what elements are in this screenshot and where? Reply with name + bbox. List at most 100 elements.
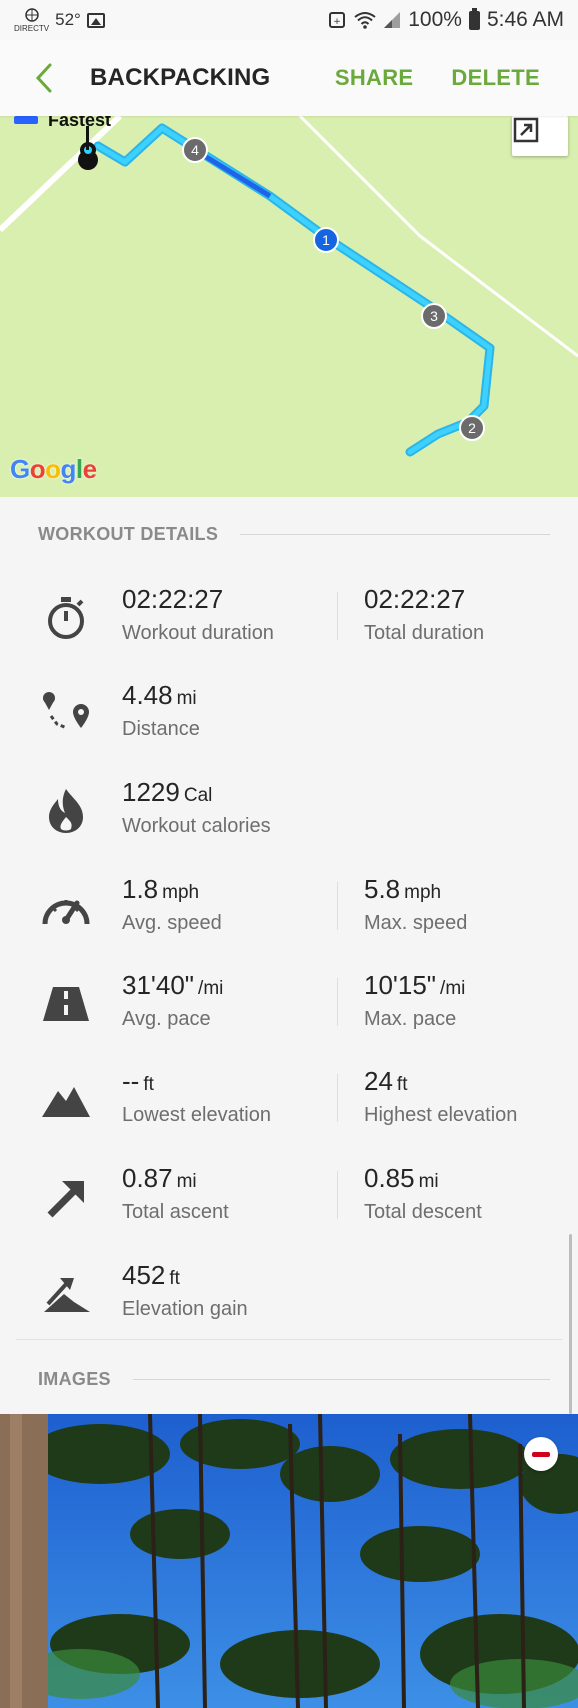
stat-caption: Max. pace <box>364 1008 457 1030</box>
back-arrow-icon <box>35 63 52 93</box>
stat-right: 02:22:27 Total duration <box>364 584 484 645</box>
mountain-icon <box>40 1074 92 1126</box>
share-button[interactable]: SHARE <box>335 65 414 91</box>
carrier-logo: DIRECTV <box>14 7 49 33</box>
stat-right: 0.85 mi Total descent <box>364 1163 482 1224</box>
stat-value: 0.85 mi <box>364 1163 482 1194</box>
expand-icon <box>513 117 539 143</box>
stat-number: 10'15" <box>364 970 437 1000</box>
stat-value: 452 ft <box>122 1260 248 1291</box>
stat-right: 10'15"/mi Max. pace <box>364 970 465 1031</box>
stat-row: 02:22:27 Workout duration 02:22:27 Total… <box>0 584 578 680</box>
stopwatch-icon <box>40 592 92 644</box>
wifi-icon <box>354 12 376 29</box>
stat-value: 31'40"/mi <box>122 970 223 1001</box>
att-globe-icon <box>24 7 39 22</box>
stat-unit: /mi <box>440 978 466 999</box>
battery-icon <box>468 7 480 30</box>
stat-row: 0.87 mi Total ascent 0.85 mi Total descent <box>0 1163 578 1259</box>
stat-value: 4.48 mi <box>122 680 200 711</box>
battery-percent: 100% <box>408 8 462 31</box>
fastest-legend-label: Fastest <box>48 116 112 130</box>
page-title: BACKPACKING <box>90 64 271 91</box>
remove-photo-button[interactable] <box>524 1437 558 1471</box>
stat-left: 4.48 mi Distance <box>122 680 200 741</box>
scrollbar[interactable] <box>569 1234 572 1414</box>
signal-icon <box>384 12 401 28</box>
stat-caption: Total duration <box>364 622 485 644</box>
stat-value: -- ft <box>122 1066 271 1097</box>
status-bar: DIRECTV 52° + 100% 5:46 AM <box>0 0 578 40</box>
stat-number: 5.8 <box>364 874 401 904</box>
column-divider <box>337 882 338 930</box>
ascent-arrow-icon <box>40 1171 92 1223</box>
clock: 5:46 AM <box>486 8 564 31</box>
stat-value: 0.87 mi <box>122 1163 229 1194</box>
stat-number: 0.85 <box>364 1163 415 1193</box>
stat-number: 1.8 <box>122 874 159 904</box>
workout-details-header: WORKOUT DETAILS <box>38 524 550 545</box>
expand-map-button[interactable] <box>512 116 568 156</box>
stat-unit: mi <box>418 1171 439 1192</box>
temperature: 52° <box>55 10 81 29</box>
stat-unit: /mi <box>198 978 224 999</box>
stat-caption: Lowest elevation <box>122 1104 271 1126</box>
fastest-legend-swatch <box>14 116 38 124</box>
delete-button[interactable]: DELETE <box>451 65 540 91</box>
map-canvas <box>0 116 578 497</box>
stat-caption: Max. speed <box>364 912 468 934</box>
workout-details-title: WORKOUT DETAILS <box>38 524 219 544</box>
column-divider <box>337 1171 338 1219</box>
road-icon <box>40 978 92 1030</box>
stat-value: 24 ft <box>364 1066 517 1097</box>
flame-icon <box>40 785 92 837</box>
header-rule <box>132 1379 550 1380</box>
stat-row: 452 ft Elevation gain <box>0 1260 578 1356</box>
speedometer-icon <box>40 882 92 934</box>
stat-number: 452 <box>122 1260 166 1290</box>
images-title: IMAGES <box>38 1369 111 1389</box>
stat-left: -- ft Lowest elevation <box>122 1066 271 1127</box>
route-map[interactable]: Fastest 4 1 3 2 Google <box>0 116 578 497</box>
stat-value: 5.8 mph <box>364 874 467 905</box>
route-marker-1[interactable]: 1 <box>313 227 339 253</box>
stat-number: 02:22:27 <box>122 584 224 614</box>
stat-left: 452 ft Elevation gain <box>122 1260 248 1321</box>
stat-number: -- <box>122 1066 140 1096</box>
app-bar: BACKPACKING SHARE DELETE <box>0 40 578 116</box>
stat-unit: mi <box>176 688 197 709</box>
images-header: IMAGES <box>38 1369 550 1390</box>
stat-left: 02:22:27 Workout duration <box>122 584 274 645</box>
section-divider <box>16 1339 562 1340</box>
stat-left: 1229 Cal Workout calories <box>122 777 271 838</box>
gallery-notification-icon <box>86 12 105 28</box>
stat-left: 1.8 mph Avg. speed <box>122 874 222 935</box>
stat-unit: mi <box>176 1171 197 1192</box>
stat-caption: Workout duration <box>122 622 274 644</box>
stat-unit: Cal <box>183 785 213 806</box>
stat-row: 4.48 mi Distance <box>0 680 578 776</box>
stat-value: 10'15"/mi <box>364 970 465 1001</box>
column-divider <box>337 1074 338 1122</box>
stat-unit: mph <box>162 882 200 903</box>
workout-photo[interactable] <box>0 1414 578 1708</box>
route-marker-4[interactable]: 4 <box>182 137 208 163</box>
stat-row: 31'40"/mi Avg. pace 10'15"/mi Max. pace <box>0 970 578 1066</box>
back-button[interactable] <box>14 40 74 116</box>
stat-row: 1229 Cal Workout calories <box>0 777 578 873</box>
elevation-gain-icon <box>40 1268 92 1320</box>
stat-caption: Workout calories <box>122 815 271 837</box>
header-rule <box>240 534 550 535</box>
stat-caption: Distance <box>122 718 200 740</box>
stat-unit: ft <box>143 1074 154 1095</box>
column-divider <box>337 978 338 1026</box>
route-marker-2[interactable]: 2 <box>459 415 485 441</box>
stat-caption: Highest elevation <box>364 1104 518 1126</box>
column-divider <box>337 592 338 640</box>
stat-number: 1229 <box>122 777 180 807</box>
route-marker-3[interactable]: 3 <box>421 303 447 329</box>
stat-number: 0.87 <box>122 1163 173 1193</box>
stat-unit: mph <box>404 882 442 903</box>
distance-icon <box>40 688 92 740</box>
stat-value: 1.8 mph <box>122 874 222 905</box>
